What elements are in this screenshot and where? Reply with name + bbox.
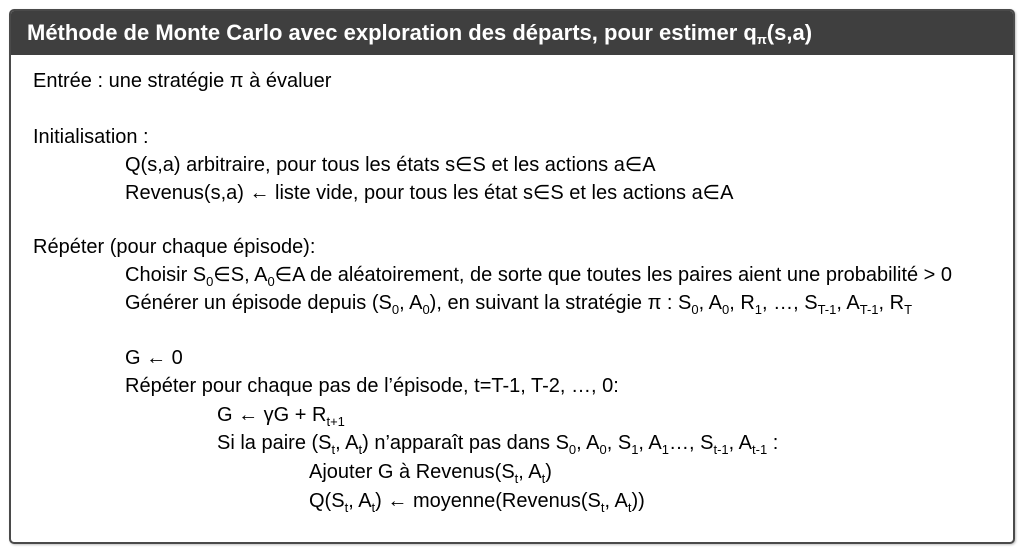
generate-episode-line: Générer un épisode depuis (S0, A0), en s… — [125, 292, 913, 317]
title-subscript: π — [756, 32, 767, 47]
title-text: Méthode de Monte Carlo avec exploration … — [27, 20, 757, 45]
repeat-steps-line: Répéter pour chaque pas de l’épisode, t=… — [125, 375, 619, 397]
input-line: Entrée : une stratégie π à évaluer — [33, 70, 332, 92]
append-return-line: Ajouter G à Revenus(St, At) — [309, 461, 552, 486]
init-returns-line: Revenus(s,a) ← liste vide, pour tous les… — [125, 182, 734, 204]
repeat-episodes-label: Répéter (pour chaque épisode): — [33, 236, 316, 258]
g-update-line: G ← γG + Rt+1 — [217, 404, 345, 429]
if-pair-line: Si la paire (St, At) n’apparaît pas dans… — [217, 432, 779, 457]
choose-start-line: Choisir S0∈S, A0∈A de aléatoirement, de … — [125, 264, 953, 289]
title-tail: (s,a) — [766, 20, 813, 45]
algorithm-box: Méthode de Monte Carlo avec exploration … — [9, 9, 1015, 544]
algorithm-title: Méthode de Monte Carlo avec exploration … — [11, 11, 1013, 55]
g-init-line: G ← 0 — [125, 347, 183, 369]
q-update-line: Q(St, At) ← moyenne(Revenus(St, At)) — [309, 490, 645, 515]
init-q-line: Q(s,a) arbitraire, pour tous les états s… — [125, 154, 656, 176]
init-label: Initialisation : — [33, 126, 149, 148]
algorithm-body: Entrée : une stratégie π à évaluer Initi… — [11, 69, 1013, 542]
